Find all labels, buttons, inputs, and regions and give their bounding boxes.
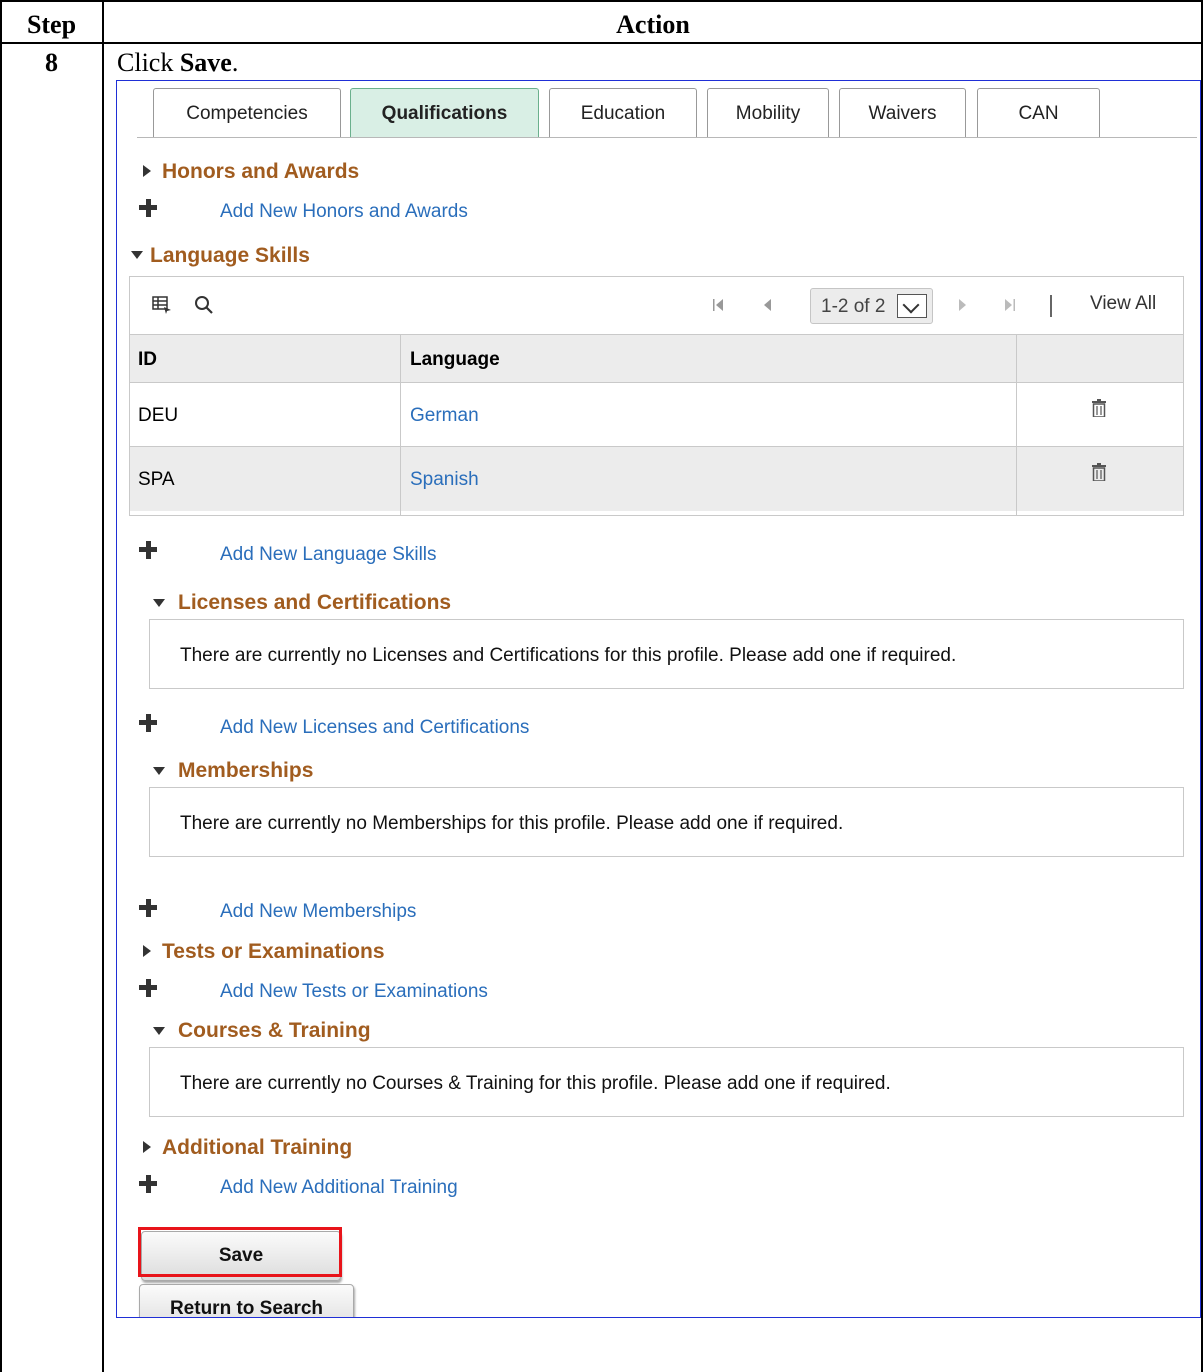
last-page-icon[interactable] [1004,298,1016,312]
memberships-empty-message: There are currently no Memberships for t… [149,787,1184,857]
add-language-link[interactable]: Add New Language Skills [220,544,437,566]
column-header-language[interactable]: Language [410,349,500,371]
add-tests-link[interactable]: Add New Tests or Examinations [220,981,488,1003]
next-page-icon[interactable] [958,298,968,312]
plus-icon[interactable] [139,1175,157,1193]
collapse-right-icon[interactable] [143,1141,151,1153]
page-selector[interactable]: 1-2 of 2 [810,288,933,324]
section-tests-title[interactable]: Tests or Examinations [162,940,385,964]
instruction-emphasis: Save [179,48,232,77]
collapse-right-icon[interactable] [143,165,151,177]
section-memberships-title[interactable]: Memberships [178,759,313,783]
expand-down-icon[interactable] [153,767,165,775]
language-grid: 1-2 of 2 View All ID Language DEU German… [129,276,1184,516]
add-additional-link[interactable]: Add New Additional Training [220,1177,458,1199]
tab-mobility[interactable]: Mobility [707,88,829,138]
chevron-down-icon[interactable] [897,294,927,318]
tab-waivers[interactable]: Waivers [839,88,966,138]
search-icon[interactable] [194,295,214,315]
plus-icon[interactable] [139,979,157,997]
pager-separator [1050,295,1052,317]
table-row: SPA Spanish [130,447,1183,511]
previous-page-icon[interactable] [762,298,772,312]
grid-header-row: ID Language [130,335,1183,383]
plus-icon[interactable] [139,899,157,917]
add-licenses-link[interactable]: Add New Licenses and Certifications [220,717,529,739]
tab-can[interactable]: CAN [977,88,1100,138]
row-id: DEU [138,405,179,426]
collapse-right-icon[interactable] [143,945,151,957]
section-additional-title[interactable]: Additional Training [162,1136,352,1160]
add-memberships-link[interactable]: Add New Memberships [220,901,416,923]
column-divider [400,335,401,516]
grid-toolbar: 1-2 of 2 View All [130,277,1183,335]
table-header-divider [0,42,1203,44]
delete-row-icon[interactable] [1092,463,1106,481]
section-language-title[interactable]: Language Skills [150,244,310,268]
tab-education[interactable]: Education [549,88,697,138]
plus-icon[interactable] [139,541,157,559]
expand-down-icon[interactable] [131,251,143,259]
plus-icon[interactable] [139,714,157,732]
procedure-table: Step Action 8 Click Save. Competencies Q… [0,0,1203,1372]
column-header-id[interactable]: ID [138,349,157,371]
row-language-link[interactable]: German [410,405,479,427]
view-all-link[interactable]: View All [1090,293,1156,315]
personalize-grid-icon[interactable] [152,296,172,314]
courses-empty-message: There are currently no Courses & Trainin… [149,1047,1184,1117]
qualifications-screenshot: Competencies Qualifications Education Mo… [116,80,1201,1318]
table-row: DEU German [130,383,1183,447]
tab-baseline [137,137,1197,138]
delete-row-icon[interactable] [1092,399,1106,417]
row-id: SPA [138,469,175,490]
plus-icon[interactable] [139,199,157,217]
table-left-border [0,0,2,1372]
tab-competencies[interactable]: Competencies [153,88,341,138]
section-licenses-title[interactable]: Licenses and Certifications [178,591,451,615]
section-honors-title[interactable]: Honors and Awards [162,160,359,184]
section-courses-title[interactable]: Courses & Training [178,1019,371,1043]
expand-down-icon[interactable] [153,1027,165,1035]
table-column-divider [102,0,104,1372]
header-step: Step [26,10,77,39]
tab-qualifications[interactable]: Qualifications [350,88,539,138]
add-honors-link[interactable]: Add New Honors and Awards [220,201,468,223]
expand-down-icon[interactable] [153,599,165,607]
licenses-empty-message: There are currently no Licenses and Cert… [149,619,1184,689]
pager-text: 1-2 of 2 [821,296,886,317]
return-to-search-button[interactable]: Return to Search [139,1284,354,1317]
table-top-border [0,0,1203,2]
column-divider [1016,335,1017,516]
instruction-text: Click Save. [117,48,239,77]
row-language-link[interactable]: Spanish [410,469,479,491]
first-page-icon[interactable] [712,298,724,312]
step-number: 8 [45,48,58,77]
header-action: Action [616,10,690,39]
save-highlight-box [138,1227,342,1277]
